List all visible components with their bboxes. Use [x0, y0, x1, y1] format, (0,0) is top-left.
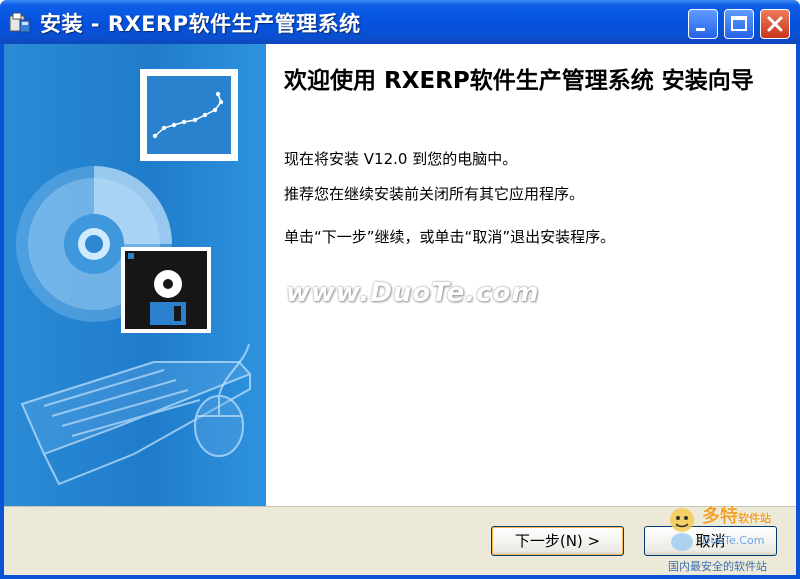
chart-icon: [140, 69, 238, 161]
installer-window: 安装 - RXERP软件生产管理系统 欢迎使用 RXERP软件生产管理系统 安装…: [0, 0, 800, 579]
maximize-icon: [731, 16, 747, 31]
next-button[interactable]: 下一步(N) >: [491, 526, 624, 556]
mascot-icon: [670, 508, 694, 551]
minimize-button[interactable]: [688, 9, 718, 39]
close-apps-text: 推荐您在继续安装前关闭所有其它应用程序。: [284, 185, 585, 203]
logo-url: DuoTe.Com: [702, 534, 765, 547]
maximize-button[interactable]: [724, 9, 754, 39]
wizard-side-image: [4, 44, 266, 506]
logo-brand: 多特软件站: [702, 506, 771, 527]
close-button[interactable]: [760, 9, 790, 39]
close-icon: [767, 16, 783, 32]
install-version-text: 现在将安装 V12.0 到您的电脑中。: [284, 150, 518, 168]
duote-logo: 多特软件站 DuoTe.Com 国内最安全的软件站: [660, 500, 792, 575]
window-title: 安装 - RXERP软件生产管理系统: [40, 12, 361, 36]
instructions-text: 单击“下一步”继续，或单击“取消”退出安装程序。: [284, 228, 616, 246]
mouse-icon: [194, 343, 250, 457]
wizard-illustration: [16, 69, 252, 486]
minimize-icon: [696, 28, 705, 31]
logo-tagline: 国内最安全的软件站: [668, 560, 767, 573]
wizard-content: 欢迎使用 RXERP软件生产管理系统 安装向导 现在将安装 V12.0 到您的电…: [266, 44, 796, 506]
setup-icon: [9, 12, 31, 33]
dialog-client-area: 欢迎使用 RXERP软件生产管理系统 安装向导 现在将安装 V12.0 到您的电…: [4, 44, 796, 575]
site-watermark: www.DuoTe.com: [286, 278, 540, 308]
title-bar[interactable]: 安装 - RXERP软件生产管理系统: [0, 0, 800, 44]
floppy-disk-icon: [121, 247, 211, 333]
welcome-heading: 欢迎使用 RXERP软件生产管理系统 安装向导: [284, 68, 754, 94]
